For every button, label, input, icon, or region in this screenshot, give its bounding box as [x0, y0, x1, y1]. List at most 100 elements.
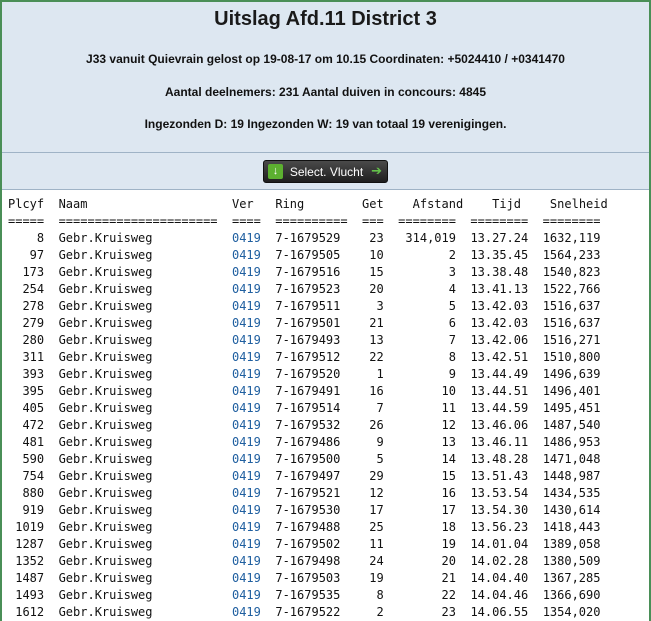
- table-cell[interactable]: 0419: [232, 571, 261, 585]
- table-cell: 279: [8, 316, 45, 330]
- table-cell: 919: [8, 503, 45, 517]
- table-row: 279 Gebr.Kruisweg 0419 7-1679501 21 6 13…: [8, 315, 649, 332]
- table-cell[interactable]: 0419: [232, 316, 261, 330]
- table-cell: 1352: [8, 554, 45, 568]
- table-cell: 15: [362, 265, 384, 279]
- table-cell[interactable]: 0419: [232, 282, 261, 296]
- table-cell: Gebr.Kruisweg: [58, 588, 218, 602]
- table-cell[interactable]: 0419: [232, 588, 261, 602]
- table-cell: 314,019: [398, 231, 456, 245]
- table-cell[interactable]: 0419: [232, 605, 261, 619]
- table-cell: Gebr.Kruisweg: [58, 537, 218, 551]
- table-row: 590 Gebr.Kruisweg 0419 7-1679500 5 14 13…: [8, 451, 649, 468]
- table-cell: 1287: [8, 537, 45, 551]
- table-cell[interactable]: 0419: [232, 333, 261, 347]
- table-cell: 24: [362, 554, 384, 568]
- table-cell[interactable]: 0419: [232, 384, 261, 398]
- table-cell: 29: [362, 469, 384, 483]
- table-cell: 395: [8, 384, 45, 398]
- table-cell[interactable]: 0419: [232, 486, 261, 500]
- table-cell: 14: [398, 452, 456, 466]
- table-row: 395 Gebr.Kruisweg 0419 7-1679491 16 10 1…: [8, 383, 649, 400]
- table-cell[interactable]: 0419: [232, 520, 261, 534]
- table-cell[interactable]: 0419: [232, 401, 261, 415]
- column-header: Plcyf: [8, 197, 45, 211]
- select-flight-button[interactable]: ↓ Select. Vlucht ➔: [263, 160, 388, 183]
- table-cell: 280: [8, 333, 45, 347]
- table-cell: 481: [8, 435, 45, 449]
- table-cell: 13.42.51: [470, 350, 529, 364]
- table-cell: 5: [362, 452, 384, 466]
- table-cell[interactable]: 0419: [232, 367, 261, 381]
- table-cell: 7-1679488: [275, 520, 348, 534]
- table-cell: 1564,233: [542, 248, 601, 262]
- table-cell: 12: [398, 418, 456, 432]
- arrow-right-icon: ➔: [371, 163, 382, 178]
- table-cell: Gebr.Kruisweg: [58, 282, 218, 296]
- table-cell: 590: [8, 452, 45, 466]
- table-cell: 13.48.28: [470, 452, 529, 466]
- table-row: 393 Gebr.Kruisweg 0419 7-1679520 1 9 13.…: [8, 366, 649, 383]
- table-cell: 7-1679500: [275, 452, 348, 466]
- table-cell: 13.46.06: [470, 418, 529, 432]
- table-cell: Gebr.Kruisweg: [58, 418, 218, 432]
- table-cell[interactable]: 0419: [232, 248, 261, 262]
- table-cell: Gebr.Kruisweg: [58, 265, 218, 279]
- table-cell[interactable]: 0419: [232, 452, 261, 466]
- table-row: 254 Gebr.Kruisweg 0419 7-1679523 20 4 13…: [8, 281, 649, 298]
- table-row: 1487 Gebr.Kruisweg 0419 7-1679503 19 21 …: [8, 570, 649, 587]
- table-cell: 25: [362, 520, 384, 534]
- table-row: 1352 Gebr.Kruisweg 0419 7-1679498 24 20 …: [8, 553, 649, 570]
- table-cell: 8: [362, 588, 384, 602]
- table-cell: 14.04.46: [470, 588, 529, 602]
- select-flight-label: Select. Vlucht: [289, 164, 364, 179]
- table-cell: 13: [398, 435, 456, 449]
- table-cell: Gebr.Kruisweg: [58, 605, 218, 619]
- table-cell[interactable]: 0419: [232, 554, 261, 568]
- table-cell: 13.38.48: [470, 265, 529, 279]
- table-cell: Gebr.Kruisweg: [58, 231, 218, 245]
- table-cell: 13.53.54: [470, 486, 529, 500]
- table-cell: 14.06.55: [470, 605, 529, 619]
- page-title: Uitslag Afd.11 District 3: [214, 8, 437, 30]
- table-cell: 13.56.23: [470, 520, 529, 534]
- table-cell[interactable]: 0419: [232, 231, 261, 245]
- table-cell: 1487: [8, 571, 45, 585]
- table-row: 1287 Gebr.Kruisweg 0419 7-1679502 11 19 …: [8, 536, 649, 553]
- table-row: 1612 Gebr.Kruisweg 0419 7-1679522 2 23 1…: [8, 604, 649, 621]
- table-cell[interactable]: 0419: [232, 435, 261, 449]
- table-cell: 1632,119: [542, 231, 601, 245]
- table-cell: 254: [8, 282, 45, 296]
- table-cell: 1389,058: [542, 537, 601, 551]
- table-cell: 7-1679523: [275, 282, 348, 296]
- table-row: 754 Gebr.Kruisweg 0419 7-1679497 29 15 1…: [8, 468, 649, 485]
- table-cell[interactable]: 0419: [232, 469, 261, 483]
- table-cell[interactable]: 0419: [232, 350, 261, 364]
- table-cell: Gebr.Kruisweg: [58, 299, 218, 313]
- table-cell[interactable]: 0419: [232, 503, 261, 517]
- table-cell[interactable]: 0419: [232, 537, 261, 551]
- table-cell[interactable]: 0419: [232, 299, 261, 313]
- table-cell: 20: [362, 282, 384, 296]
- table-cell: 7-1679501: [275, 316, 348, 330]
- table-cell: 21: [362, 316, 384, 330]
- table-cell: 1367,285: [542, 571, 601, 585]
- table-cell: 14.04.40: [470, 571, 529, 585]
- table-cell: Gebr.Kruisweg: [58, 503, 218, 517]
- table-row: 1019 Gebr.Kruisweg 0419 7-1679488 25 18 …: [8, 519, 649, 536]
- release-info: J33 vanuit Quievrain gelost op 19-08-17 …: [86, 52, 565, 66]
- table-row: 472 Gebr.Kruisweg 0419 7-1679532 26 12 1…: [8, 417, 649, 434]
- table-cell: 7-1679530: [275, 503, 348, 517]
- table-cell: 7-1679532: [275, 418, 348, 432]
- table-cell[interactable]: 0419: [232, 418, 261, 432]
- table-cell: Gebr.Kruisweg: [58, 316, 218, 330]
- table-cell: 26: [362, 418, 384, 432]
- table-cell[interactable]: 0419: [232, 265, 261, 279]
- table-cell: 7-1679486: [275, 435, 348, 449]
- table-cell: 7-1679491: [275, 384, 348, 398]
- participants-info: Aantal deelnemers: 231 Aantal duiven in …: [165, 85, 486, 99]
- table-cell: 405: [8, 401, 45, 415]
- table-cell: Gebr.Kruisweg: [58, 435, 218, 449]
- table-cell: 1: [362, 367, 384, 381]
- table-cell: 9: [362, 435, 384, 449]
